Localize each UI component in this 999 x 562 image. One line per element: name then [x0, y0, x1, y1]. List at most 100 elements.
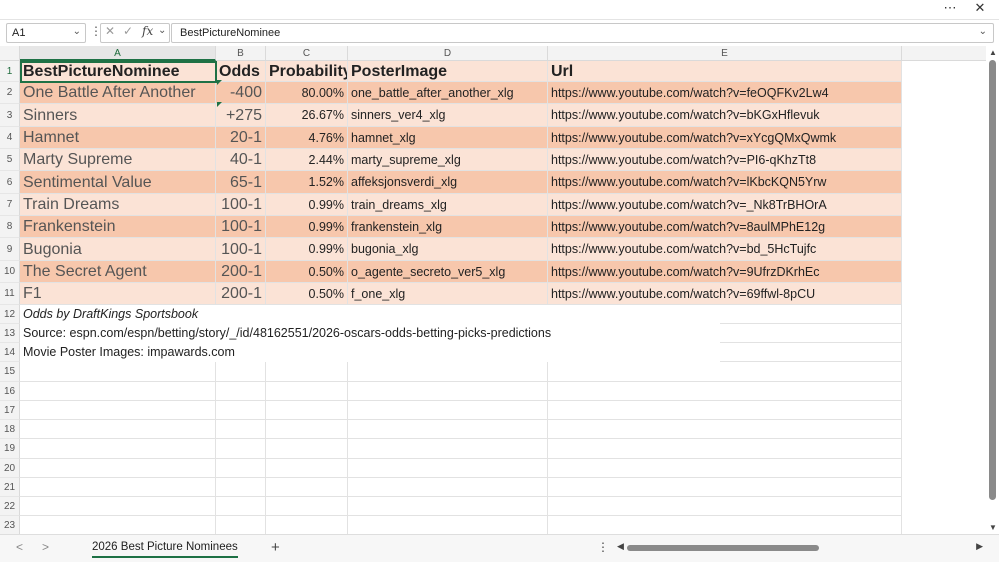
- poster-cell[interactable]: bugonia_xlg: [348, 238, 548, 261]
- vertical-scroll-thumb[interactable]: [989, 60, 996, 500]
- odds-cell[interactable]: -400: [216, 82, 266, 104]
- empty-cell[interactable]: [348, 362, 548, 382]
- row-header-13[interactable]: 13: [0, 324, 20, 343]
- empty-cell[interactable]: [216, 439, 266, 459]
- row-header-11[interactable]: 11: [0, 283, 20, 305]
- empty-cell[interactable]: [266, 420, 348, 439]
- row-header-9[interactable]: 9: [0, 238, 20, 261]
- prev-sheet-icon[interactable]: <: [16, 540, 23, 554]
- empty-cell[interactable]: [216, 401, 266, 420]
- empty-cell[interactable]: [20, 459, 216, 478]
- empty-cell[interactable]: [548, 401, 902, 420]
- probability-cell[interactable]: 26.67%: [266, 104, 348, 127]
- empty-cell[interactable]: [20, 401, 216, 420]
- nominee-cell[interactable]: Marty Supreme: [20, 149, 216, 171]
- nominee-cell[interactable]: One Battle After Another: [20, 82, 216, 104]
- poster-cell[interactable]: f_one_xlg: [348, 283, 548, 305]
- empty-cell[interactable]: [348, 497, 548, 516]
- probability-cell[interactable]: 4.76%: [266, 127, 348, 149]
- row-header-6[interactable]: 6: [0, 171, 20, 194]
- nominee-cell[interactable]: Bugonia: [20, 238, 216, 261]
- header-cell[interactable]: Odds: [216, 61, 266, 82]
- nominee-cell[interactable]: Frankenstein: [20, 216, 216, 238]
- poster-cell[interactable]: hamnet_xlg: [348, 127, 548, 149]
- row-header-23[interactable]: 23: [0, 516, 20, 534]
- close-icon[interactable]: ✕: [969, 0, 991, 16]
- empty-cell[interactable]: [548, 439, 902, 459]
- empty-cell[interactable]: [548, 516, 902, 534]
- column-header-b[interactable]: B: [216, 46, 266, 61]
- add-sheet-icon[interactable]: +: [271, 539, 280, 556]
- url-cell[interactable]: https://www.youtube.com/watch?v=lKbcKQN5…: [548, 171, 902, 194]
- enter-check-icon[interactable]: ✓: [123, 24, 133, 38]
- empty-cell[interactable]: [548, 420, 902, 439]
- odds-cell[interactable]: 100-1: [216, 216, 266, 238]
- empty-cell[interactable]: [266, 478, 348, 497]
- empty-cell[interactable]: [548, 362, 902, 382]
- empty-cell[interactable]: [348, 459, 548, 478]
- empty-cell[interactable]: [20, 382, 216, 401]
- row-header-22[interactable]: 22: [0, 497, 20, 516]
- formula-input[interactable]: BestPictureNominee ⌄: [171, 23, 994, 43]
- row-header-14[interactable]: 14: [0, 343, 20, 362]
- url-cell[interactable]: https://www.youtube.com/watch?v=xYcgQMxQ…: [548, 127, 902, 149]
- odds-cell[interactable]: +275: [216, 104, 266, 127]
- row-header-12[interactable]: 12: [0, 305, 20, 324]
- url-cell[interactable]: https://www.youtube.com/watch?v=feOQFKv2…: [548, 82, 902, 104]
- empty-cell[interactable]: [20, 478, 216, 497]
- url-cell[interactable]: https://www.youtube.com/watch?v=bd_5HcTu…: [548, 238, 902, 261]
- poster-cell[interactable]: sinners_ver4_xlg: [348, 104, 548, 127]
- scroll-left-icon[interactable]: ◀: [617, 541, 624, 552]
- scroll-right-icon[interactable]: ▶: [976, 541, 983, 552]
- note-cell[interactable]: Source: espn.com/espn/betting/story/_/id…: [20, 324, 720, 343]
- probability-cell[interactable]: 0.50%: [266, 261, 348, 283]
- odds-cell[interactable]: 100-1: [216, 238, 266, 261]
- name-box[interactable]: A1 ⌄: [6, 23, 86, 43]
- row-header-1[interactable]: 1: [0, 61, 20, 82]
- row-header-17[interactable]: 17: [0, 401, 20, 420]
- vertical-scrollbar[interactable]: ▲ ▼: [986, 46, 999, 534]
- empty-cell[interactable]: [348, 382, 548, 401]
- empty-cell[interactable]: [266, 516, 348, 534]
- column-header-d[interactable]: D: [348, 46, 548, 61]
- empty-cell[interactable]: [548, 478, 902, 497]
- url-cell[interactable]: https://www.youtube.com/watch?v=8aulMPhE…: [548, 216, 902, 238]
- row-header-2[interactable]: 2: [0, 82, 20, 104]
- empty-cell[interactable]: [20, 362, 216, 382]
- empty-cell[interactable]: [216, 459, 266, 478]
- note-cell[interactable]: Odds by DraftKings Sportsbook: [20, 305, 720, 324]
- probability-cell[interactable]: 2.44%: [266, 149, 348, 171]
- empty-cell[interactable]: [216, 420, 266, 439]
- row-header-7[interactable]: 7: [0, 194, 20, 216]
- empty-cell[interactable]: [348, 478, 548, 497]
- row-header-8[interactable]: 8: [0, 216, 20, 238]
- empty-cell[interactable]: [266, 362, 348, 382]
- sheet-tab[interactable]: 2026 Best Picture Nominees: [86, 537, 244, 561]
- odds-cell[interactable]: 100-1: [216, 194, 266, 216]
- row-header-15[interactable]: 15: [0, 362, 20, 382]
- empty-cell[interactable]: [548, 459, 902, 478]
- empty-cell[interactable]: [216, 382, 266, 401]
- empty-cell[interactable]: [348, 401, 548, 420]
- empty-cell[interactable]: [216, 497, 266, 516]
- column-header-c[interactable]: C: [266, 46, 348, 61]
- more-options-icon[interactable]: ⋯: [939, 0, 961, 16]
- empty-cell[interactable]: [348, 420, 548, 439]
- url-cell[interactable]: https://www.youtube.com/watch?v=_Nk8TrBH…: [548, 194, 902, 216]
- nominee-cell[interactable]: Train Dreams: [20, 194, 216, 216]
- row-header-4[interactable]: 4: [0, 127, 20, 149]
- horizontal-scrollbar[interactable]: ◀ ▶: [617, 541, 983, 553]
- row-header-18[interactable]: 18: [0, 420, 20, 439]
- column-header-e[interactable]: E: [548, 46, 902, 61]
- expand-formula-icon[interactable]: ⌄: [979, 26, 987, 37]
- row-header-10[interactable]: 10: [0, 261, 20, 283]
- empty-cell[interactable]: [348, 516, 548, 534]
- nominee-cell[interactable]: F1: [20, 283, 216, 305]
- chevron-down-icon[interactable]: ⌄: [158, 25, 166, 36]
- scroll-down-icon[interactable]: ▼: [989, 523, 997, 532]
- empty-cell[interactable]: [216, 516, 266, 534]
- probability-cell[interactable]: 1.52%: [266, 171, 348, 194]
- empty-cell[interactable]: [266, 439, 348, 459]
- empty-cell[interactable]: [548, 497, 902, 516]
- row-header-3[interactable]: 3: [0, 104, 20, 127]
